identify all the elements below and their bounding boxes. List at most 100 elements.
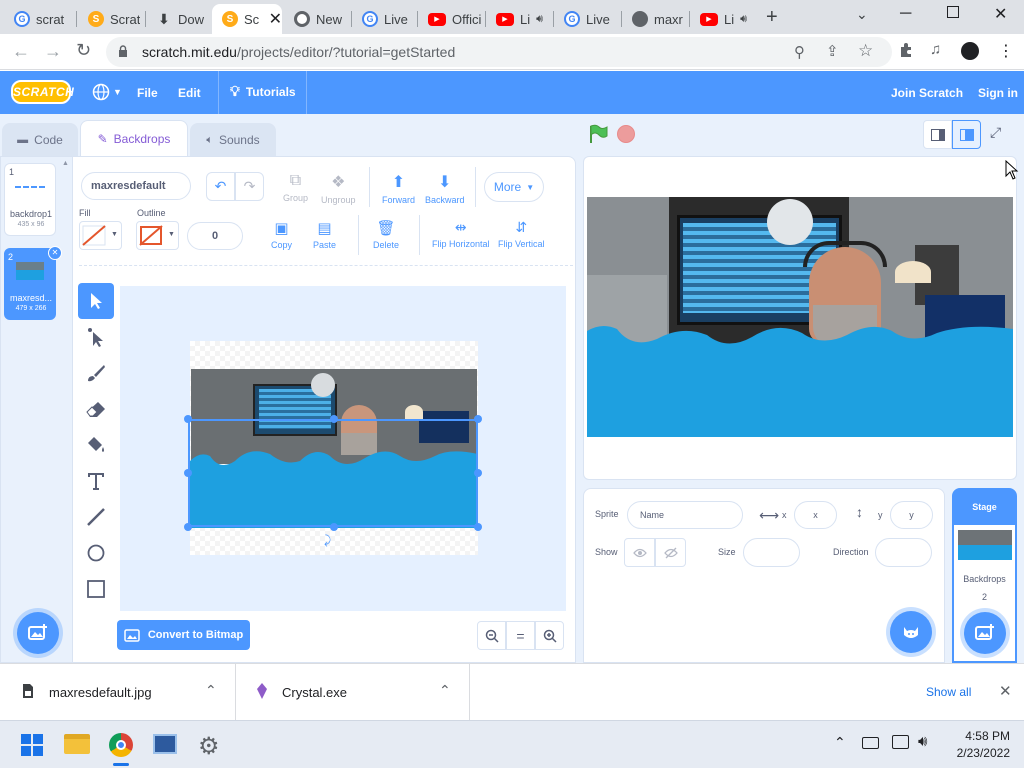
tab-search-button[interactable]: ⌄ [856, 6, 868, 23]
tutorials-menu[interactable]: 💡︎ Tutorials [230, 83, 296, 100]
resize-handle[interactable] [330, 415, 338, 423]
resize-handle[interactable] [474, 415, 482, 423]
sprite-name-input[interactable]: Name [627, 501, 743, 529]
small-stage-button[interactable] [923, 120, 952, 149]
download-item[interactable]: Crystal.exe ⌃ [237, 664, 470, 720]
x-position-input[interactable]: x [794, 501, 837, 529]
scrollbar-up-arrow[interactable]: ▲ [62, 160, 69, 167]
sign-in-link[interactable]: Sign in [978, 86, 1018, 100]
zoom-in-button[interactable] [535, 621, 564, 650]
browser-tab[interactable]: G Live [554, 4, 620, 34]
browser-tab[interactable]: maxr [622, 4, 688, 34]
choose-sprite-button[interactable] [890, 611, 932, 653]
chevron-up-icon[interactable]: ⌃ [205, 682, 217, 699]
resize-handle[interactable] [474, 469, 482, 477]
direction-input[interactable] [875, 538, 932, 567]
forward-icon[interactable]: → [44, 41, 62, 62]
circle-tool[interactable] [78, 535, 114, 571]
keyboard-icon[interactable] [862, 737, 879, 749]
browser-tab[interactable]: ▶ Li 🔊︎ [486, 4, 552, 34]
backward-button[interactable]: ⬇ Backward [425, 172, 465, 205]
forward-button[interactable]: ⬆ Forward [382, 172, 415, 205]
costume-name-input[interactable]: maxresdefault [81, 172, 191, 200]
reshape-tool[interactable] [78, 319, 114, 355]
back-icon[interactable]: ← [12, 41, 30, 62]
zoom-out-button[interactable] [477, 621, 506, 650]
new-tab-button[interactable]: + [766, 6, 778, 29]
chevron-up-icon[interactable]: ⌃ [439, 682, 451, 699]
browser-tab[interactable]: ▶ Offici [418, 4, 484, 34]
brush-tool[interactable] [78, 355, 114, 391]
backdrop-thumbnail-selected[interactable]: 2 ✕ maxresd... 479 x 266 [4, 246, 62, 320]
tab-code[interactable]: ▬ Code [2, 123, 78, 156]
choose-backdrop-button[interactable] [964, 612, 1006, 654]
edit-menu[interactable]: Edit [178, 86, 201, 100]
fill-color-picker[interactable]: ▼ [79, 221, 122, 250]
flip-vertical-button[interactable]: ⇵ Flip Vertical [498, 219, 545, 249]
line-tool[interactable] [78, 499, 114, 535]
hide-sprite-button[interactable] [655, 538, 686, 567]
stage[interactable] [583, 156, 1017, 480]
file-explorer-icon[interactable] [64, 734, 90, 754]
y-position-input[interactable]: y [890, 501, 933, 529]
undo-button[interactable]: ↶ [206, 172, 235, 201]
rectangle-tool[interactable] [78, 571, 114, 607]
join-scratch-link[interactable]: Join Scratch [891, 86, 963, 100]
paint-canvas[interactable]: ⤸ [120, 286, 566, 611]
language-menu[interactable]: ▼ [92, 83, 122, 101]
eraser-tool[interactable] [78, 391, 114, 427]
browser-tab[interactable]: G scrat [4, 4, 74, 34]
tab-sounds[interactable]: 🔈︎ Sounds [190, 123, 276, 156]
backdrop-thumbnail[interactable]: 1 backdrop1 435 x 96 [4, 163, 56, 236]
reload-icon[interactable]: ↻ [76, 40, 91, 61]
stop-button[interactable] [617, 125, 635, 143]
download-item[interactable]: maxresdefault.jpg ⌃ [0, 664, 236, 720]
extensions-icon[interactable] [898, 42, 914, 58]
size-input[interactable] [743, 538, 800, 567]
address-bar[interactable]: scratch.mit.edu/projects/editor/?tutoria… [106, 37, 892, 67]
resize-handle[interactable] [184, 523, 192, 531]
resize-handle[interactable] [184, 469, 192, 477]
zoom-icon[interactable]: ⚲ [794, 43, 805, 61]
stage-selector-panel[interactable]: Stage Backdrops 2 [952, 488, 1017, 663]
text-tool[interactable] [78, 463, 114, 499]
file-menu[interactable]: File [137, 86, 158, 100]
convert-to-bitmap-button[interactable]: Convert to Bitmap [117, 620, 250, 650]
resize-handle[interactable] [474, 523, 482, 531]
show-sprite-button[interactable] [624, 538, 655, 567]
paste-button[interactable]: ▤ Paste [313, 219, 336, 250]
media-control-icon[interactable]: ♫ [930, 41, 941, 58]
browser-tab[interactable]: G Live [352, 4, 416, 34]
lock-icon[interactable] [118, 45, 128, 57]
minimize-button[interactable]: ─ [900, 5, 911, 23]
normal-stage-button[interactable] [952, 120, 981, 149]
settings-gear-icon[interactable]: ⚙ [198, 732, 220, 761]
outline-color-picker[interactable]: ▼ [136, 221, 179, 250]
selection-box[interactable] [188, 419, 478, 527]
browser-tab[interactable]: New [284, 4, 350, 34]
show-hidden-icons[interactable]: ⌃ [834, 734, 846, 751]
group-button[interactable]: ⧉ Group [283, 172, 308, 203]
scratch-logo[interactable]: SCRATCH [11, 80, 74, 104]
chrome-menu-icon[interactable]: ⋮ [998, 41, 1014, 61]
delete-button[interactable]: 🗑︎ Delete [373, 219, 399, 250]
browser-tab[interactable]: ⬇ Dow [146, 4, 210, 34]
ungroup-button[interactable]: ❖ Ungroup [321, 172, 356, 205]
remote-desktop-icon[interactable] [153, 734, 177, 754]
outline-width-input[interactable]: 0 [187, 222, 243, 250]
flip-horizontal-button[interactable]: ⇹ Flip Horizontal [432, 219, 490, 249]
rotate-handle-icon[interactable]: ⤸ [324, 533, 331, 548]
close-downloads-bar-icon[interactable]: ✕ [999, 682, 1012, 700]
resize-handle[interactable] [330, 523, 338, 531]
bookmark-star-icon[interactable]: ☆ [858, 41, 873, 61]
close-tab-icon[interactable]: ✕ [269, 9, 282, 29]
chrome-taskbar-icon[interactable] [109, 733, 133, 757]
browser-tab[interactable]: S Scrat [78, 4, 144, 34]
choose-backdrop-button[interactable] [17, 612, 59, 654]
select-tool[interactable] [78, 283, 114, 319]
browser-tab[interactable]: ▶ Li 🔊︎ [690, 4, 756, 34]
fullscreen-button[interactable]: ⤢ [990, 124, 1001, 141]
fill-tool[interactable] [78, 427, 114, 463]
volume-icon[interactable]: 🔊︎ [918, 733, 927, 750]
redo-button[interactable]: ↷ [235, 172, 264, 201]
